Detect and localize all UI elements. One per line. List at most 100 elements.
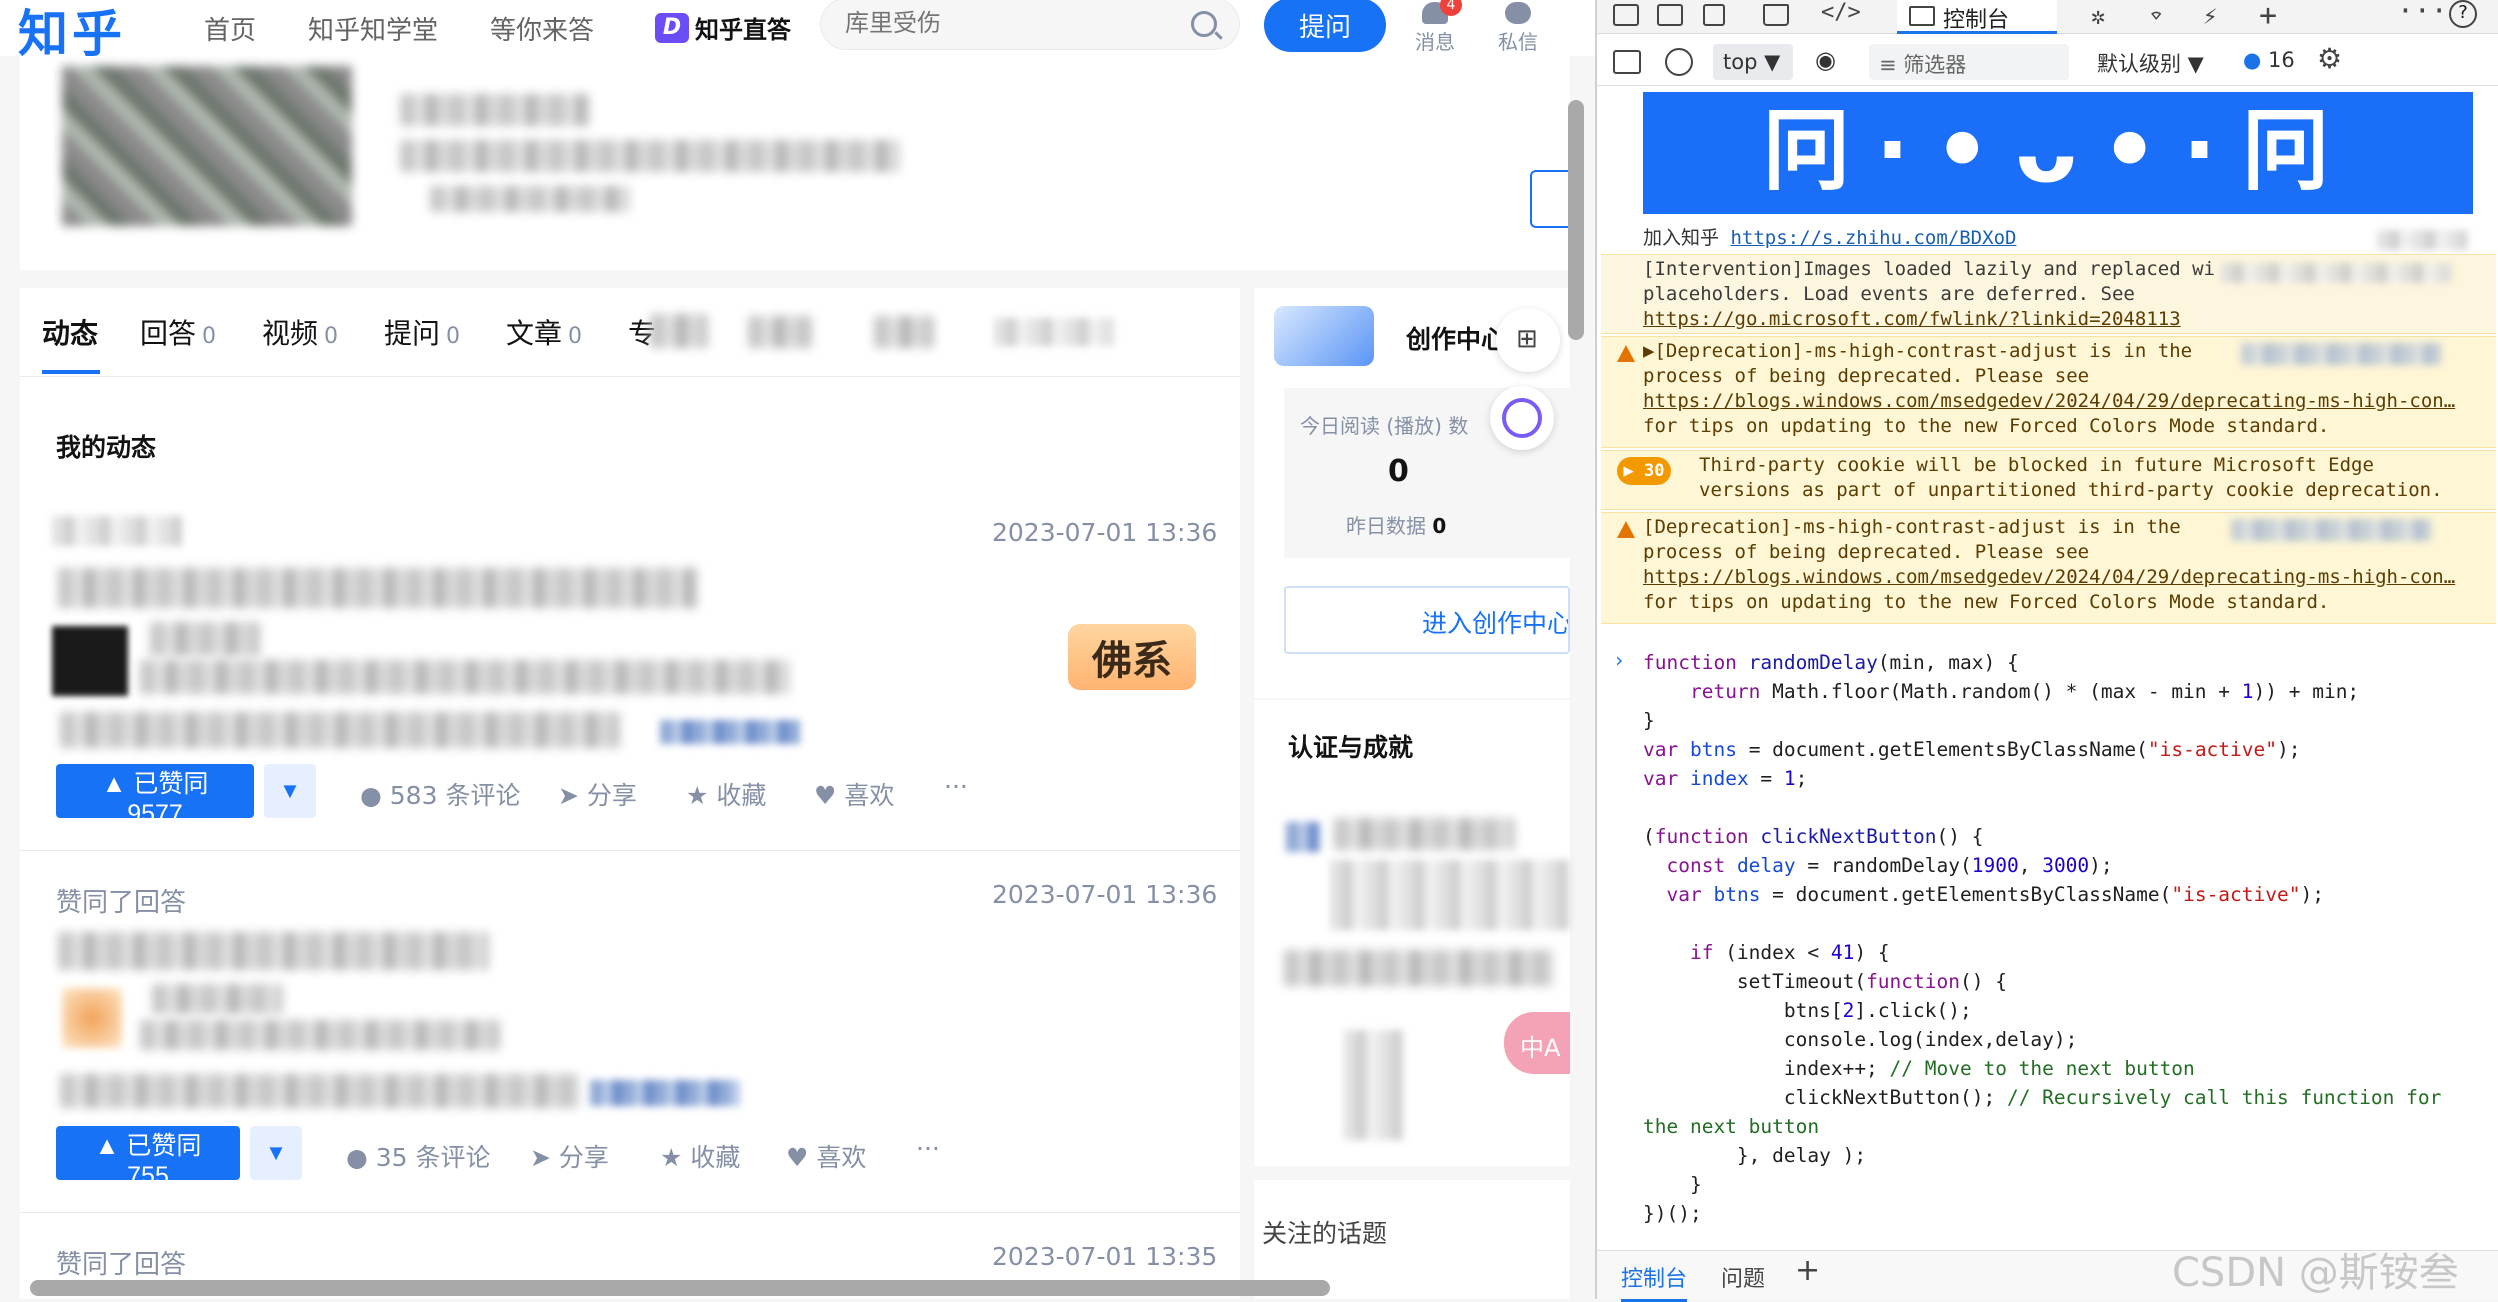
cert-item-2-title[interactable] — [1284, 950, 1554, 986]
zhida-label: 知乎直答 — [695, 16, 791, 44]
issues-counter[interactable]: ● 16 — [2243, 48, 2295, 72]
log-level-select[interactable]: 默认级别 ▼ — [2097, 48, 2204, 78]
feed-item-2-vote-down-button[interactable]: ▼ — [250, 1126, 302, 1180]
feed-item-1-title[interactable] — [58, 568, 698, 608]
feed-item-1-share[interactable]: ➤ 分享 — [558, 776, 637, 812]
feed-item-1-collect[interactable]: ★ 收藏 — [686, 776, 766, 812]
drawer-tab-issues[interactable]: 问题 — [1721, 1261, 1765, 1293]
zhida-link[interactable]: D 知乎直答 — [655, 10, 791, 45]
clear-console-icon[interactable] — [1665, 48, 1693, 76]
messages-button[interactable]: 4 消息 — [1410, 0, 1462, 55]
drawer-add-tab-icon[interactable]: + — [1795, 1253, 1820, 1288]
tab-answers[interactable]: 回答 0 — [140, 312, 216, 352]
feed-item-2-vote-button[interactable]: ▲ 已赞同 755 — [56, 1126, 240, 1190]
tab-blurred-3[interactable] — [874, 316, 934, 348]
feed-item-1-author-avatar[interactable] — [52, 626, 128, 696]
home-icon[interactable] — [1763, 4, 1789, 26]
edit-profile-button[interactable] — [1530, 170, 1570, 228]
feed-sticker: 佛系 — [1068, 624, 1196, 690]
tab-articles[interactable]: 文章 0 — [506, 312, 582, 352]
help-icon[interactable]: ? — [2449, 0, 2477, 28]
profile-name — [400, 94, 590, 126]
star-icon: ★ — [660, 1143, 683, 1172]
feed-item-1-vote-down-button[interactable]: ▼ — [264, 764, 316, 818]
network-wifi-icon[interactable]: ⌔ — [2149, 2, 2163, 30]
settings-gear-icon[interactable]: ⚙ — [2317, 42, 2342, 75]
elements-icon[interactable]: </> — [1821, 0, 1861, 25]
assistant-icon — [1502, 398, 1542, 438]
feed-item-2-comments[interactable]: ● 35 条评论 — [346, 1138, 491, 1174]
eye-icon[interactable]: ◉ — [1815, 46, 1836, 74]
share-icon: ➤ — [530, 1143, 551, 1172]
tab-blurred-4[interactable] — [994, 318, 1114, 346]
nav-home[interactable]: 首页 — [204, 10, 256, 47]
sidebar-toggle-icon[interactable] — [1613, 50, 1641, 74]
dock-icon[interactable] — [1703, 4, 1725, 26]
add-tool-icon[interactable]: + — [2259, 0, 2277, 33]
grid-menu-button[interactable]: ⊞ — [1496, 308, 1560, 372]
tab-blurred-1[interactable] — [650, 314, 708, 348]
feed-item-3-time: 2023-07-01 13:35 — [992, 1242, 1218, 1271]
device-toolbar-icon[interactable] — [1657, 4, 1683, 26]
feed-item-1-author[interactable] — [150, 622, 260, 656]
feed-item-1-like[interactable]: ♥ 喜欢 — [814, 776, 894, 812]
feed-item-2-author-avatar[interactable] — [62, 988, 122, 1048]
feed-item-2-share[interactable]: ➤ 分享 — [530, 1138, 609, 1174]
creator-center-title[interactable]: 创作中心 — [1406, 320, 1506, 356]
tab-blurred-2[interactable] — [748, 316, 812, 348]
feed-item-1-more[interactable]: ··· — [944, 772, 968, 801]
search-input[interactable] — [845, 7, 1185, 41]
devtools-tab-strip: </> 控制台 ✲ ⌔ ⚡ + ··· ? — [1597, 0, 2498, 34]
translate-button[interactable]: 中A — [1504, 1012, 1570, 1074]
assistant-button[interactable] — [1490, 386, 1554, 450]
search-box — [820, 0, 1240, 50]
feed-item-2-collect[interactable]: ★ 收藏 — [660, 1138, 740, 1174]
source-ref-1[interactable] — [2377, 230, 2467, 250]
nav-waiting-answers[interactable]: 等你来答 — [490, 10, 594, 47]
devtools-panel: </> 控制台 ✲ ⌔ ⚡ + ··· ? top ▼ ◉ ≡ 筛选器 默认级别… — [1595, 0, 2498, 1302]
console-code-input[interactable]: function randomDelay(min, max) { return … — [1643, 648, 2441, 1228]
cookie-warning-count[interactable]: ▶ 30 — [1617, 457, 1671, 485]
tab-questions[interactable]: 提问 0 — [384, 312, 460, 352]
sources-icon[interactable]: ✲ — [2091, 2, 2105, 30]
drawer-tab-console[interactable]: 控制台 — [1621, 1261, 1688, 1302]
feed-item-1-label — [52, 516, 182, 546]
performance-icon[interactable]: ⚡ — [2203, 2, 2217, 30]
messages-badge: 4 — [1440, 0, 1462, 16]
feed-item-2-more[interactable]: ··· — [916, 1134, 940, 1163]
console-output: 冋·•ᴗ•·冋 加入知乎 https://s.zhihu.com/BDXoD [… — [1597, 88, 2498, 1248]
inspect-icon[interactable] — [1613, 4, 1639, 26]
context-select[interactable]: top ▼ — [1713, 44, 1793, 80]
intervention-link[interactable]: https://go.microsoft.com/fwlink/?linkid=… — [1643, 307, 2181, 332]
feed-item-2-like[interactable]: ♥ 喜欢 — [786, 1138, 866, 1174]
dm-button[interactable]: 私信 — [1493, 0, 1543, 55]
feed-divider-1 — [20, 850, 1240, 851]
feed-item-2-read-more[interactable] — [590, 1080, 740, 1106]
feed-section-title: 我的动态 — [56, 433, 157, 462]
more-tools-icon[interactable]: ··· — [2397, 0, 2448, 27]
feed-item-1-read-more[interactable] — [660, 720, 800, 744]
chat-bubble-icon — [1505, 2, 1531, 24]
devtools-tab-console[interactable]: 控制台 — [1897, 0, 2057, 34]
page-vertical-scrollbar[interactable] — [1568, 100, 1584, 340]
feed-item-1-comments[interactable]: ● 583 条评论 — [360, 776, 520, 812]
tab-activity[interactable]: 动态 — [42, 312, 98, 352]
console-filter-input[interactable]: ≡ 筛选器 — [1869, 44, 2069, 80]
deprecation-1-link[interactable]: https://blogs.windows.com/msedgedev/2024… — [1643, 389, 2455, 414]
feed-item-2-author[interactable] — [152, 984, 282, 1014]
feed-divider-2 — [20, 1212, 1240, 1213]
ask-button[interactable]: 提问 — [1264, 0, 1386, 52]
messages-label: 消息 — [1415, 30, 1455, 54]
nav-zhixuetang[interactable]: 知乎知学堂 — [308, 10, 438, 47]
enter-creator-center-button[interactable]: 进入创作中心 — [1284, 586, 1570, 654]
cert-title: 认证与成就 — [1288, 733, 1414, 762]
page-horizontal-scrollbar[interactable] — [30, 1280, 1330, 1296]
search-icon[interactable] — [1191, 11, 1217, 37]
cert-item-1-title[interactable] — [1334, 818, 1514, 850]
deprecation-2-link[interactable]: https://blogs.windows.com/msedgedev/2024… — [1643, 565, 2455, 590]
tab-videos[interactable]: 视频 0 — [262, 312, 338, 352]
feed-item-2-title[interactable] — [58, 932, 488, 970]
zhihu-page: 知乎 首页 知乎知学堂 等你来答 D 知乎直答 提问 4 消息 私信 动态 — [0, 0, 1595, 1299]
join-link[interactable]: https://s.zhihu.com/BDXoD — [1730, 227, 2016, 249]
feed-item-1-vote-button[interactable]: ▲ 已赞同 9577 — [56, 764, 254, 828]
